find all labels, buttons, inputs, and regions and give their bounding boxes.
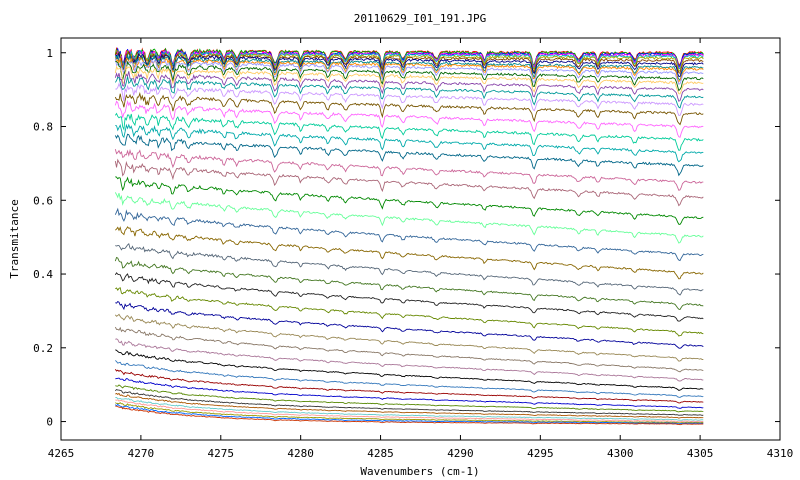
chart-title: 20110629_I01_191.JPG: [354, 12, 486, 25]
y-axis-label: Transmitance: [8, 199, 21, 278]
series-line: [114, 192, 704, 244]
x-tick-label: 4310: [767, 447, 794, 460]
x-tick-label: 4300: [607, 447, 634, 460]
series-line: [114, 158, 704, 207]
series-line: [114, 207, 704, 262]
y-tick-label: 1: [46, 47, 53, 60]
x-tick-label: 4270: [128, 447, 155, 460]
series-line: [115, 338, 704, 382]
series-line: [114, 112, 704, 151]
plot-frame: [60, 37, 781, 441]
series-line: [115, 123, 704, 163]
series-line: [115, 176, 704, 225]
y-tick-label: 0.2: [33, 342, 53, 355]
y-tick-label: 0.4: [33, 268, 53, 281]
x-tick-label: 4280: [287, 447, 314, 460]
series-line: [115, 300, 704, 349]
x-tick-label: 4285: [367, 447, 394, 460]
series-line: [114, 368, 704, 404]
series-line: [114, 403, 704, 425]
x-tick-label: 4295: [527, 447, 554, 460]
x-tick-label: 4305: [687, 447, 714, 460]
series-line: [114, 256, 704, 311]
x-tick-label: 4290: [447, 447, 474, 460]
x-axis-label: Wavenumbers (cm-1): [360, 465, 479, 478]
y-tick-label: 0.8: [33, 121, 53, 134]
x-tick-label: 4265: [48, 447, 75, 460]
x-tick-label: 4275: [208, 447, 235, 460]
chart: 20110629_I01_191.JPG 4265 4270 4275 4280 428…: [8, 12, 794, 478]
series-line: [115, 242, 704, 296]
series-line: [115, 226, 704, 280]
y-tick-label: 0: [46, 416, 53, 429]
series-group: [114, 47, 704, 426]
y-axis: 0 0.2 0.4 0.6 0.8 1: [33, 47, 780, 429]
y-tick-label: 0.6: [33, 194, 53, 207]
